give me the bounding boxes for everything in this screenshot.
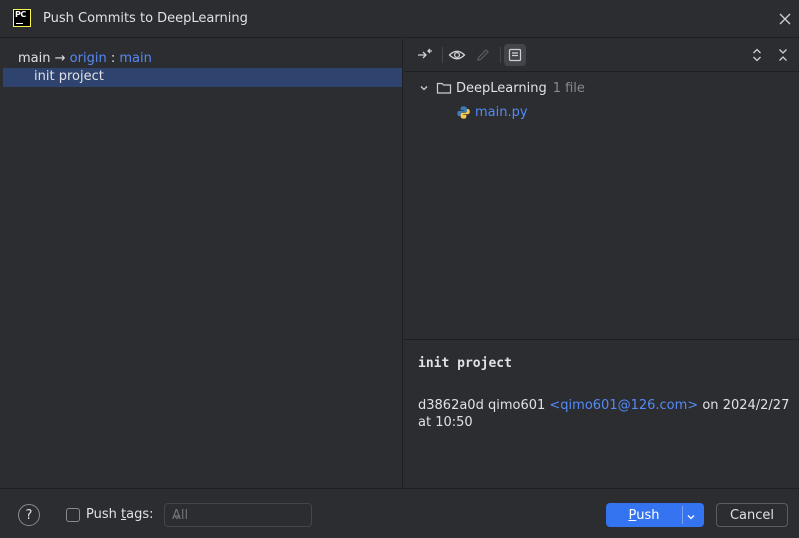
push-dropdown-chevron-icon[interactable] (686, 511, 696, 526)
branch-route: main → origin : main (18, 51, 152, 66)
push-button-label[interactable]: Push (606, 503, 682, 527)
push-tags-checkbox[interactable] (66, 508, 80, 522)
at-text: at (418, 415, 432, 430)
folder-name: DeepLearning (456, 80, 547, 96)
commits-panel: main → origin : main init project (0, 39, 403, 488)
chevron-down-icon[interactable] (418, 82, 434, 94)
folder-file-count: 1 file (552, 80, 585, 96)
remote-branch-link[interactable]: main (119, 51, 151, 66)
branch-separator: : (110, 51, 116, 66)
commit-details: init project d3862a0d qimo601 <qimo601@1… (404, 339, 799, 488)
eye-icon[interactable] (446, 44, 468, 66)
cancel-button[interactable]: Cancel (716, 503, 788, 527)
tree-file-row[interactable]: main.py (456, 102, 528, 122)
commit-hash: d3862a0d (418, 398, 484, 413)
remote-name-link[interactable]: origin (70, 51, 107, 66)
changes-toolbar (404, 39, 799, 72)
author-email-link[interactable]: <qimo601@126.com> (549, 398, 698, 413)
commit-time: 10:50 (435, 415, 473, 430)
local-branch: main (18, 51, 51, 66)
push-button[interactable]: Push (606, 503, 704, 527)
changes-panel: DeepLearning 1 file main.py init project… (404, 39, 799, 488)
commit-message: init project (34, 69, 104, 84)
details-commit-meta: d3862a0d qimo601 <qimo601@126.com> on 20… (418, 397, 790, 431)
group-by-icon[interactable] (504, 44, 526, 66)
push-tags-label: Push tags: (86, 507, 154, 522)
python-file-icon (456, 105, 475, 120)
pycharm-logo-icon: PC (13, 9, 31, 27)
folder-icon (436, 80, 456, 96)
branch-arrow: → (54, 51, 66, 66)
on-text: on (702, 398, 719, 413)
title-bar: PC Push Commits to DeepLearning (0, 0, 799, 38)
tags-select: All (164, 503, 312, 527)
dialog-footer: ? Push tags: All Push Cancel (0, 488, 799, 538)
tree-folder-row[interactable]: DeepLearning 1 file (418, 78, 585, 98)
help-icon: ? (25, 507, 33, 523)
chevron-down-icon (172, 511, 305, 526)
commit-author: qimo601 (487, 398, 546, 413)
edit-pencil-icon (472, 44, 494, 66)
close-icon[interactable] (777, 11, 793, 27)
file-name: main.py (475, 104, 528, 120)
help-button[interactable]: ? (18, 504, 40, 526)
commit-row[interactable]: init project (3, 68, 402, 87)
details-commit-message: init project (418, 356, 512, 371)
show-diff-icon[interactable] (414, 44, 436, 66)
commit-date: 2024/2/27 (722, 398, 790, 413)
collapse-all-icon[interactable] (772, 44, 794, 66)
logo-text: PC (15, 10, 26, 19)
expand-all-icon[interactable] (746, 44, 768, 66)
window-title: Push Commits to DeepLearning (43, 11, 248, 26)
